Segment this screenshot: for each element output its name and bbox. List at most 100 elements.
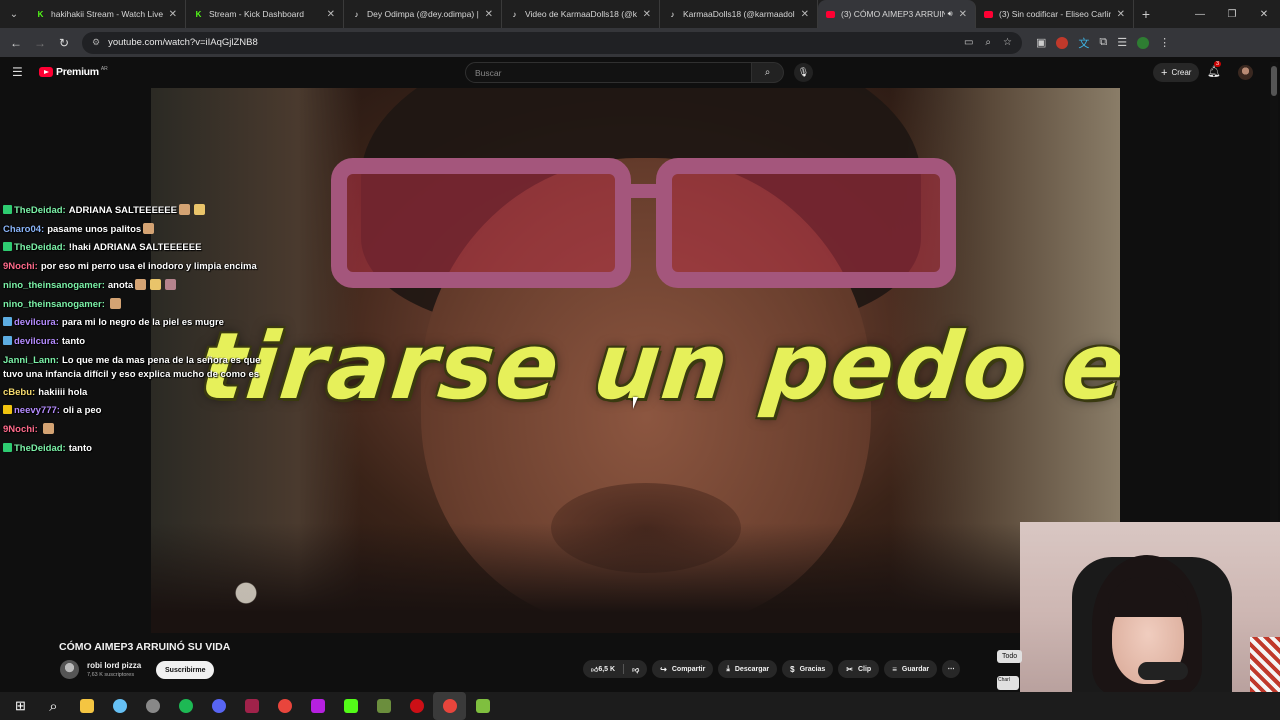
minecraft-icon[interactable] xyxy=(367,692,400,720)
chat-username[interactable]: TheDeidad: xyxy=(14,242,66,253)
chrome-menu-icon[interactable]: ⋮ xyxy=(1159,36,1170,49)
more-actions-button[interactable]: ⋯ xyxy=(942,660,961,678)
chat-username[interactable]: 9Nochi: xyxy=(3,424,38,435)
thanks-label: Gracias xyxy=(799,665,826,673)
menu-icon[interactable]: ☰ xyxy=(12,65,23,79)
close-tab-icon[interactable]: ✕ xyxy=(801,9,809,20)
channel-avatar[interactable] xyxy=(60,660,79,679)
discord-icon-glyph xyxy=(211,699,226,713)
zoom-icon[interactable]: ⌕ xyxy=(985,37,991,48)
opera-icon[interactable] xyxy=(400,692,433,720)
kick-icon[interactable] xyxy=(334,692,367,720)
opera-icon-glyph xyxy=(409,699,424,713)
browser-tab[interactable]: ♪ Video de KarmaaDolls18 (@karm ✕ xyxy=(502,0,660,28)
browser-tab[interactable]: ♪ Dey Odimpa (@dey.odimpa) | Ti ✕ xyxy=(344,0,502,28)
address-bar[interactable]: ⚙ youtube.com/watch?v=iIAqGjlZNB8 ▭ ⌕ ☆ xyxy=(82,31,1022,54)
close-tab-icon[interactable]: ✕ xyxy=(169,9,177,20)
tab-audio-icon[interactable]: 🔊︎ xyxy=(948,9,953,19)
windows-start-icon[interactable]: ⊞ xyxy=(4,692,37,720)
chat-message: TheDeidad: ADRIANA SALTEEEEEE xyxy=(3,202,268,221)
search-button[interactable]: ⌕ xyxy=(752,62,784,83)
dislike-button[interactable]: 👎︎ xyxy=(624,660,647,678)
account-avatar[interactable] xyxy=(1238,65,1253,80)
cast-icon[interactable]: ▭ xyxy=(964,37,973,48)
share-button[interactable]: ↪ Compartir xyxy=(652,660,714,678)
close-tab-icon[interactable]: ✕ xyxy=(643,9,651,20)
download-button[interactable]: ⤓ Descargar xyxy=(718,660,778,678)
filter-chip-todo[interactable]: Todo xyxy=(997,650,1023,663)
extension-translate-icon[interactable]: 文 xyxy=(1078,35,1089,51)
youtube-play-icon xyxy=(39,67,53,77)
chat-username[interactable]: TheDeidad: xyxy=(14,443,66,454)
close-window-icon[interactable]: ✕ xyxy=(1248,9,1280,20)
browser-tab[interactable]: ♪ KarmaaDolls18 (@karmaadolls ✕ xyxy=(660,0,818,28)
minecraft-alt-icon[interactable] xyxy=(466,692,499,720)
video-caption-text: tirarse un pedo en TV xyxy=(195,313,1120,420)
chat-username[interactable]: nino_theinsanogamer: xyxy=(3,299,105,310)
youtube-logo[interactable]: Premium AR xyxy=(39,66,108,78)
sidebar-icon[interactable]: ☰ xyxy=(1117,36,1127,49)
thanks-button[interactable]: $ Gracias xyxy=(782,660,834,678)
channel-name[interactable]: robi lord pizza xyxy=(87,661,141,670)
browser-tab[interactable]: (3) CÓMO AIMEP3 ARRUIN 🔊︎ ✕ xyxy=(818,0,976,28)
app-icon[interactable] xyxy=(235,692,268,720)
reload-icon[interactable]: ↻ xyxy=(52,36,76,50)
windows-taskbar: ⊞ ⌕ xyxy=(0,692,1280,720)
subscribe-button[interactable]: Suscribirme xyxy=(156,661,215,679)
file-explorer-icon[interactable] xyxy=(70,692,103,720)
share-label: Compartir xyxy=(671,665,706,673)
save-button[interactable]: ≡ Guardar xyxy=(884,660,938,678)
chrome-active-icon-glyph xyxy=(442,699,457,713)
like-button[interactable]: 👍︎ 6,5 K xyxy=(583,660,623,678)
subscriber-count: 7,63 K suscriptores xyxy=(87,672,135,678)
chat-username[interactable]: nino_theinsanogamer: xyxy=(3,280,105,291)
chat-username[interactable]: Charo04: xyxy=(3,224,44,235)
spotify-icon[interactable] xyxy=(169,692,202,720)
extension-tab-icon[interactable]: ▣ xyxy=(1036,36,1046,49)
forward-icon[interactable]: → xyxy=(28,36,52,50)
chat-username[interactable]: neevy777: xyxy=(14,405,60,416)
sunglasses-bridge xyxy=(629,184,659,198)
search-icon[interactable]: ⌕ xyxy=(37,692,70,720)
tab-search-icon[interactable]: ⌄ xyxy=(0,0,28,28)
extension-red-icon[interactable] xyxy=(1056,36,1069,49)
browser-tab[interactable]: (3) Sin codificar - Eliseo Carling ✕ xyxy=(976,0,1134,28)
close-tab-icon[interactable]: ✕ xyxy=(1117,9,1125,20)
related-chip[interactable]: Charl xyxy=(997,676,1019,690)
close-tab-icon[interactable]: ✕ xyxy=(959,9,967,20)
browser-tab[interactable]: Khakihakii Stream - Watch Live o ✕ xyxy=(28,0,186,28)
close-tab-icon[interactable]: ✕ xyxy=(327,9,335,20)
scrollbar-thumb[interactable] xyxy=(1271,66,1277,96)
chrome-icon[interactable] xyxy=(268,692,301,720)
clip-button[interactable]: ✂ Clip xyxy=(838,660,880,678)
profile-avatar[interactable] xyxy=(1137,36,1150,49)
chat-message: Janni_Lann: Lo que me da mas pena de la s… xyxy=(3,352,268,384)
obs-icon[interactable] xyxy=(136,692,169,720)
site-info-icon[interactable]: ⚙ xyxy=(92,37,100,48)
new-tab-button[interactable]: + xyxy=(1134,6,1158,22)
minimize-icon[interactable]: — xyxy=(1184,9,1216,20)
create-button[interactable]: + Crear xyxy=(1153,63,1200,82)
chat-username[interactable]: cBebu: xyxy=(3,387,35,398)
video-player[interactable]: tirarse un pedo en TV xyxy=(151,88,1120,633)
steam-icon[interactable] xyxy=(103,692,136,720)
chat-text: !haki ADRIANA SALTEEEEEE xyxy=(68,242,202,254)
chat-username[interactable]: devilcura: xyxy=(14,317,59,328)
discord-icon[interactable] xyxy=(202,692,235,720)
notifications-button[interactable]: 🔔︎ 3 xyxy=(1207,61,1222,78)
bookmark-star-icon[interactable]: ☆ xyxy=(1003,37,1012,48)
search-input[interactable]: Buscar xyxy=(465,62,752,83)
chat-username[interactable]: TheDeidad: xyxy=(14,205,66,216)
chat-username[interactable]: 9Nochi: xyxy=(3,261,38,272)
chat-username[interactable]: devilcura: xyxy=(14,336,59,347)
extensions-puzzle-icon[interactable]: ⧉ xyxy=(1099,36,1107,49)
chrome-active-icon[interactable] xyxy=(433,692,466,720)
restore-icon[interactable]: ❐ xyxy=(1216,9,1248,20)
close-tab-icon[interactable]: ✕ xyxy=(485,9,493,20)
canva-icon[interactable] xyxy=(301,692,334,720)
back-icon[interactable]: ← xyxy=(4,36,28,50)
chat-username[interactable]: Janni_Lann: xyxy=(3,355,59,366)
voice-search-button[interactable]: 🎙 xyxy=(794,63,813,82)
chat-message: devilcura: tanto xyxy=(3,333,268,352)
browser-tab[interactable]: K Stream - Kick Dashboard ✕ xyxy=(186,0,344,28)
